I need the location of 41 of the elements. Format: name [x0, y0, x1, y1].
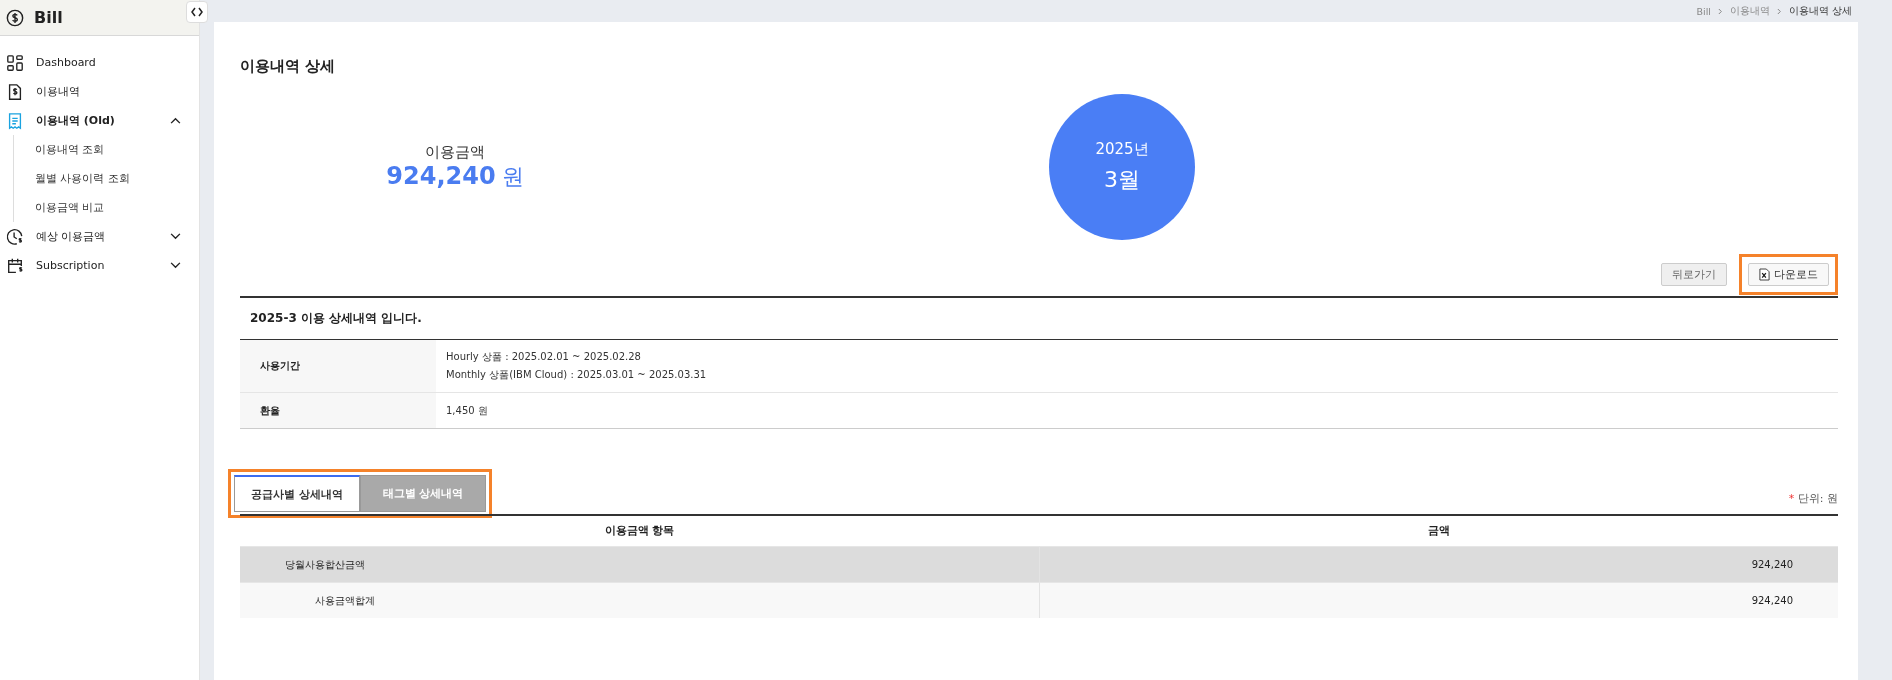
nav-subitem[interactable]: 월별 사용이력 조회	[35, 164, 199, 193]
calendar-icon	[6, 256, 24, 275]
amount-label: 이용금액	[425, 142, 485, 162]
table-cell: 924,240	[1039, 582, 1838, 618]
brand-name: Bill	[34, 8, 63, 27]
chevron-right-icon	[1776, 7, 1782, 15]
nav-item[interactable]: Subscription	[0, 251, 199, 280]
month-circle: 2025년 3월	[1049, 94, 1195, 240]
tab[interactable]: 공급사별 상세내역	[234, 475, 360, 512]
clock-icon	[6, 227, 24, 246]
document-icon	[6, 82, 24, 101]
nav-subitem[interactable]: 이용금액 비교	[35, 193, 199, 222]
chevron-right-icon	[1717, 7, 1723, 15]
page-title: 이용내역 상세	[240, 57, 337, 76]
row-value: 1,450 원	[446, 403, 488, 418]
grid-icon	[6, 53, 24, 72]
breadcrumb-item: 이용내역 상세	[1788, 4, 1852, 18]
nav-item[interactable]: Dashboard	[0, 48, 199, 77]
back-button[interactable]: 뒤로가기	[1661, 263, 1727, 286]
row-value: Monthly 상품(IBM Cloud) : 2025.03.01 ~ 2025.03.31	[446, 368, 707, 382]
table-cell: 당월사용합산금액	[240, 546, 1039, 582]
column-header: 이용금액 항목	[603, 523, 676, 538]
table-cell: 924,240	[1039, 546, 1838, 582]
download-button[interactable]: 다운로드	[1748, 263, 1829, 286]
nav-subitem[interactable]: 이용내역 조회	[35, 135, 199, 164]
row-label: 환율	[240, 393, 436, 428]
unit-note: * 단위: 원	[1788, 491, 1838, 506]
excel-file-icon	[1759, 268, 1770, 281]
column-header: 금액	[1426, 523, 1451, 538]
collapse-button[interactable]	[186, 1, 208, 23]
row-label: 사용기간	[240, 340, 436, 392]
nav-item[interactable]: 이용내역	[0, 77, 199, 106]
nav-item[interactable]: 예상 이용금액	[0, 222, 199, 251]
receipt-icon	[6, 111, 24, 130]
code-brackets-icon	[191, 7, 203, 17]
amount-value: 924,240	[386, 161, 496, 190]
dollar-icon	[6, 8, 24, 27]
table-cell: 사용금액합계	[240, 582, 1039, 618]
amount-unit: 원	[501, 162, 524, 191]
row-value: Hourly 상품 : 2025.02.01 ~ 2025.02.28	[446, 350, 642, 364]
nav-item[interactable]: 이용내역 (Old)	[0, 106, 199, 135]
